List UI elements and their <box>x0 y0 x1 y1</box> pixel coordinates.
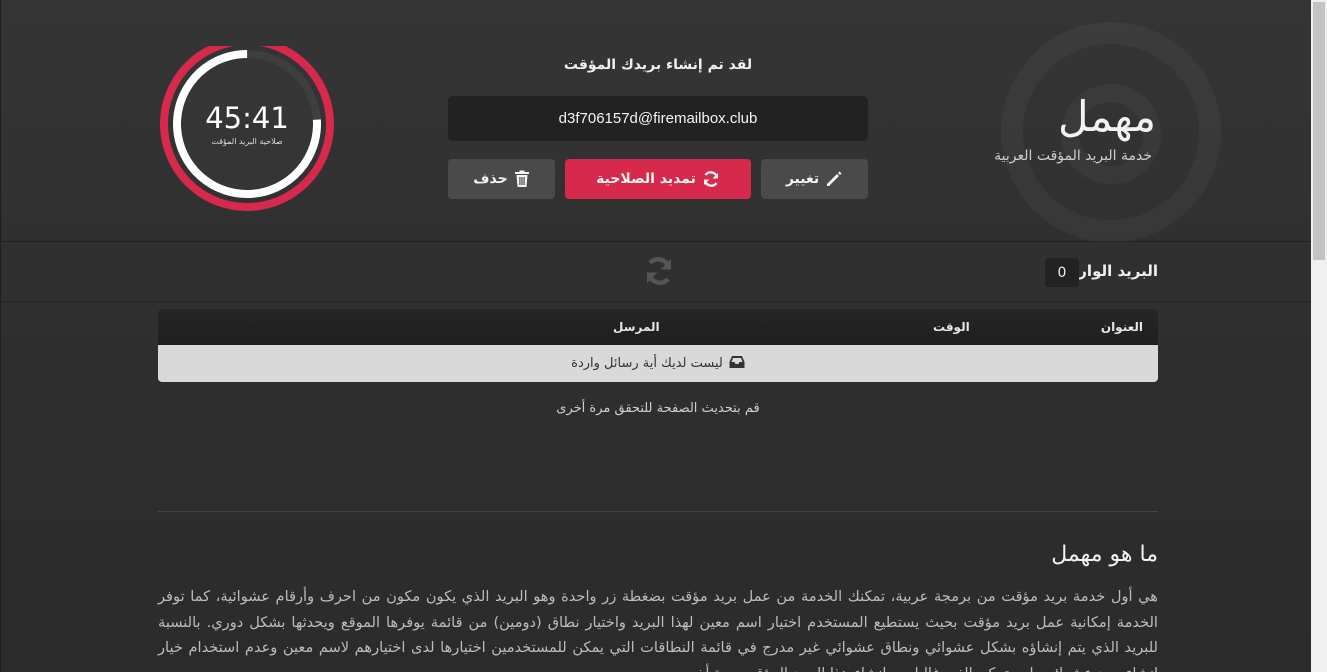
empty-inbox-row: ليست لديك أية رسائل واردة <box>158 345 1158 382</box>
header: مهمل خدمة البريد المؤقت العربية لقد تم إ… <box>1 0 1312 242</box>
timer-time: 45:41 <box>205 101 289 135</box>
pencil-icon <box>825 170 843 188</box>
about-text: هي أول خدمة بريد مؤقت من برمجة عربية، تم… <box>158 588 1158 672</box>
brand-tagline: خدمة البريد المؤقت العربية <box>994 148 1152 164</box>
change-button[interactable]: تغيير <box>761 159 868 199</box>
page: مهمل خدمة البريد المؤقت العربية لقد تم إ… <box>0 0 1312 672</box>
vertical-scrollbar[interactable] <box>1311 0 1327 672</box>
inbox-count-badge: 0 <box>1045 258 1079 287</box>
inbox-label: البريد الوارد <box>1070 262 1158 280</box>
brand-logo[interactable]: مهمل <box>1058 92 1156 141</box>
mailbox-created-title: لقد تم إنشاء بريدك المؤقت <box>563 57 753 73</box>
empty-inbox-message: ليست لديك أية رسائل واردة <box>571 356 723 371</box>
section-divider <box>158 511 1158 512</box>
expiry-timer: 45:41 صلاحية البريد المؤقت <box>157 37 337 214</box>
trash-icon <box>514 170 530 188</box>
column-header-title[interactable]: العنوان <box>1101 320 1143 334</box>
timer-label: صلاحية البريد المؤقت <box>211 137 283 146</box>
change-button-label: تغيير <box>785 171 820 187</box>
email-address-text[interactable]: d3f706157d@firemailbox.club <box>559 110 758 127</box>
extend-validity-button-label: تمديد الصلاحية <box>596 171 696 187</box>
delete-button[interactable]: حذف <box>448 159 555 199</box>
inbox-tray-icon <box>729 355 745 373</box>
refresh-icon <box>702 170 720 188</box>
delete-button-label: حذف <box>473 171 508 187</box>
scrollbar-thumb[interactable] <box>1313 2 1325 260</box>
refresh-hint: قم بتحديث الصفحة للتحقق مرة أخرى <box>556 401 760 416</box>
email-address-field[interactable]: d3f706157d@firemailbox.club <box>448 96 868 141</box>
extend-validity-button[interactable]: تمديد الصلاحية <box>565 159 751 199</box>
column-header-time[interactable]: الوقت <box>933 320 970 334</box>
about-title: ما هو مهمل <box>1051 542 1158 567</box>
column-header-sender[interactable]: المرسل <box>613 320 660 334</box>
messages-table-header: العنوان الوقت المرسل <box>158 309 1158 345</box>
refresh-icon[interactable] <box>642 254 676 292</box>
